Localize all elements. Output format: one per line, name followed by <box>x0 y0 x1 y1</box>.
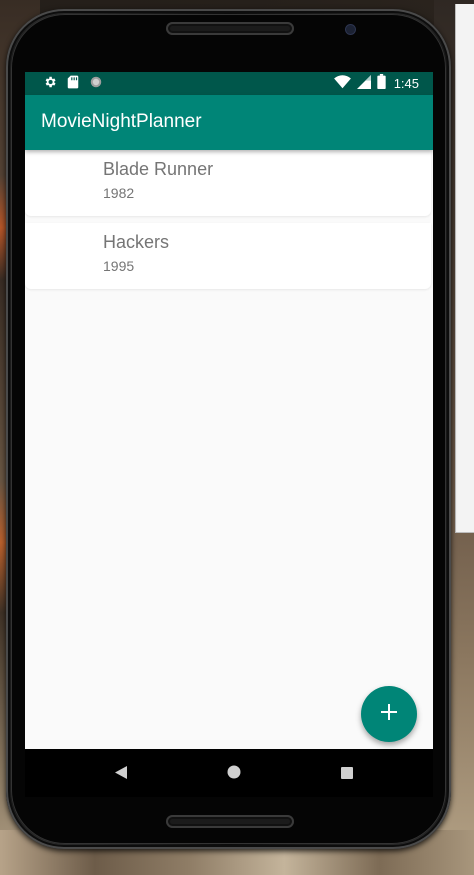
sync-circle-icon <box>89 74 103 93</box>
status-right-icons: 1:45 <box>333 74 419 93</box>
device-screen: 1:45 MovieNightPlanner Blade Runner 1982… <box>25 72 433 749</box>
navigation-bar <box>25 749 433 797</box>
home-icon <box>227 764 241 783</box>
movie-year: 1982 <box>103 185 135 201</box>
list-item[interactable]: Hackers 1995 <box>25 223 431 289</box>
movie-title: Hackers <box>103 232 170 252</box>
list-item[interactable]: Blade Runner 1982 <box>25 150 431 216</box>
back-button[interactable] <box>109 761 133 785</box>
sd-card-icon <box>67 74 79 93</box>
battery-icon <box>377 74 386 93</box>
recents-button[interactable] <box>335 761 359 785</box>
app-title: MovieNightPlanner <box>41 111 202 132</box>
wifi-icon <box>333 74 351 93</box>
front-camera <box>346 25 355 34</box>
back-icon <box>115 764 127 783</box>
phone-frame: 1:45 MovieNightPlanner Blade Runner 1982… <box>6 9 451 849</box>
movie-title: Blade Runner <box>103 159 214 179</box>
bottom-speaker <box>166 815 294 828</box>
recents-icon <box>341 764 353 783</box>
gear-icon <box>43 74 57 93</box>
movie-year: 1995 <box>103 258 135 274</box>
cell-signal-icon <box>356 74 371 93</box>
status-bar: 1:45 <box>25 72 433 95</box>
plus-icon <box>380 703 398 725</box>
background-window-edge <box>455 4 474 533</box>
status-time: 1:45 <box>393 76 419 91</box>
home-button[interactable] <box>222 761 246 785</box>
status-left-icons <box>43 75 103 92</box>
movie-list: Blade Runner 1982 Hackers 1995 <box>25 150 433 296</box>
app-bar: MovieNightPlanner <box>25 95 433 150</box>
earpiece-speaker <box>166 22 294 35</box>
add-movie-button[interactable] <box>361 686 417 742</box>
